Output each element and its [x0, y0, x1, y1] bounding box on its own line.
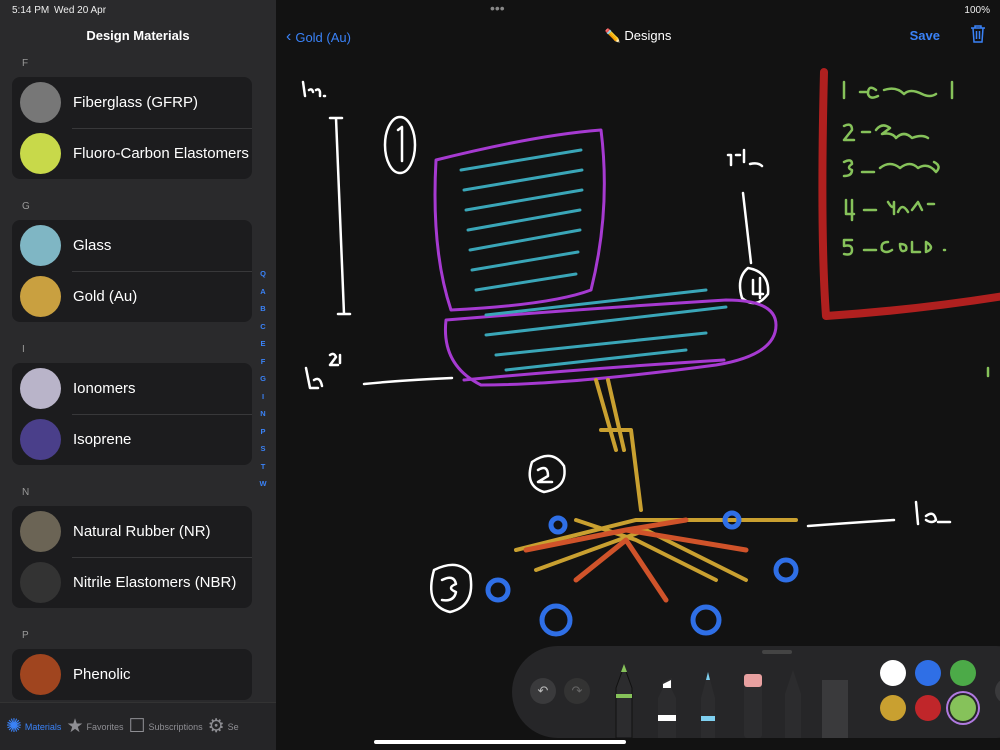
pen-tool[interactable]: [615, 664, 633, 738]
section-index[interactable]: QABCEFGINPSTW: [257, 268, 269, 490]
sidebar: 5:14 PM Wed 20 Apr Design Materials F Fib…: [0, 0, 276, 750]
section-header: P: [22, 630, 29, 641]
marker-tool[interactable]: [658, 678, 676, 738]
status-battery: 100%: [964, 5, 990, 16]
index-letter[interactable]: G: [260, 373, 266, 385]
color-swatch[interactable]: [915, 660, 941, 686]
tab-label: Favorites: [86, 721, 124, 732]
material-list-item[interactable]: Fluoro-Carbon Elastomers: [12, 128, 252, 179]
pencil-tool[interactable]: [701, 672, 715, 738]
color-swatch[interactable]: [950, 695, 976, 721]
material-group: Natural Rubber (NR) Nitrile Elastomers (N…: [12, 506, 252, 608]
material-list-item[interactable]: Isoprene: [12, 414, 252, 465]
index-letter[interactable]: S: [260, 443, 265, 455]
material-list-item[interactable]: Gold (Au): [12, 271, 252, 322]
material-name: Isoprene: [73, 431, 132, 448]
tab-subscriptions[interactable]: ☐ Subscriptions: [129, 715, 203, 738]
material-list-item[interactable]: Glass: [12, 220, 252, 271]
gear-icon: ⚙: [207, 716, 225, 737]
material-name: Glass: [73, 237, 112, 254]
section-header: I: [22, 344, 25, 355]
more-button[interactable]: •••: [995, 678, 1000, 704]
index-letter[interactable]: N: [260, 408, 265, 420]
material-name: Gold (Au): [73, 288, 138, 305]
index-letter[interactable]: Q: [260, 268, 266, 280]
material-name: Nitrile Elastomers (NBR): [73, 574, 237, 591]
tab-favorites[interactable]: ★ Favorites: [66, 715, 123, 738]
star-icon: ★: [66, 716, 84, 737]
tab-se[interactable]: ⚙ Se: [208, 715, 239, 738]
tab-label: Materials: [24, 721, 62, 732]
index-letter[interactable]: C: [260, 321, 265, 333]
material-group: Phenolic: [12, 649, 252, 700]
material-name: Natural Rubber (NR): [73, 523, 211, 540]
material-thumbnail: [20, 654, 61, 695]
material-list-item[interactable]: Natural Rubber (NR): [12, 506, 252, 557]
index-letter[interactable]: F: [261, 356, 266, 368]
lasso-tool[interactable]: [785, 670, 801, 738]
material-thumbnail: [20, 419, 61, 460]
index-letter[interactable]: E: [260, 338, 265, 350]
section-header: N: [22, 487, 30, 498]
undo-icon[interactable]: ↶: [530, 678, 556, 704]
home-indicator: [374, 740, 626, 744]
material-list-item[interactable]: Nitrile Elastomers (NBR): [12, 557, 252, 608]
index-letter[interactable]: T: [261, 461, 266, 473]
material-list-item[interactable]: Phenolic: [12, 649, 252, 700]
material-thumbnail: [20, 276, 61, 317]
material-thumbnail: [20, 368, 61, 409]
material-name: Phenolic: [73, 666, 131, 683]
trash-icon[interactable]: [970, 25, 986, 48]
toolbar-grabber[interactable]: [762, 650, 792, 654]
tab-label: Subscriptions: [148, 721, 203, 732]
index-letter[interactable]: P: [260, 426, 265, 438]
compose-icon: ☐: [128, 716, 146, 737]
color-swatch[interactable]: [915, 695, 941, 721]
save-button[interactable]: Save: [910, 28, 940, 43]
canvas-area: ••• 100% ‹ Gold (Au) ✏️ Designs Save ↶ ↷: [276, 0, 1000, 750]
drawing-toolbar: ↶ ↷ •••: [512, 646, 1000, 738]
ruler-tool[interactable]: [822, 680, 848, 738]
material-name: Fluoro-Carbon Elastomers: [73, 145, 249, 162]
section-header: G: [22, 201, 30, 212]
color-swatch[interactable]: [880, 695, 906, 721]
material-group: Fiberglass (GFRP) Fluoro-Carbon Elastomer…: [12, 77, 252, 179]
tab-bar: ✺ Materials ★ Favorites ☐ Subscriptions ⚙ Se: [0, 702, 276, 750]
status-time: 5:14 PM: [12, 5, 50, 16]
material-list-item[interactable]: Ionomers: [12, 363, 252, 414]
document-title: ✏️ Designs: [604, 28, 672, 43]
status-date: Wed 20 Apr: [54, 5, 107, 16]
material-thumbnail: [20, 562, 61, 603]
eraser-tool[interactable]: [744, 674, 762, 738]
section-header: F: [22, 58, 29, 69]
multitasking-dots[interactable]: •••: [490, 0, 505, 16]
index-letter[interactable]: A: [260, 286, 265, 298]
material-group: Ionomers Isoprene: [12, 363, 252, 465]
tab-label: Se: [227, 721, 239, 732]
redo-icon[interactable]: ↷: [564, 678, 590, 704]
color-swatch[interactable]: [880, 660, 906, 686]
tab-materials[interactable]: ✺ Materials: [6, 715, 61, 738]
material-thumbnail: [20, 82, 61, 123]
material-list-item[interactable]: Fiberglass (GFRP): [12, 77, 252, 128]
index-letter[interactable]: B: [260, 303, 265, 315]
index-letter[interactable]: I: [262, 391, 264, 403]
material-name: Ionomers: [73, 380, 136, 397]
drawing-canvas[interactable]: [276, 50, 1000, 650]
color-swatch[interactable]: [950, 660, 976, 686]
materials-icon: ✺: [6, 716, 22, 737]
material-thumbnail: [20, 225, 61, 266]
index-letter[interactable]: W: [259, 478, 266, 490]
material-group: Glass Gold (Au): [12, 220, 252, 322]
material-name: Fiberglass (GFRP): [73, 94, 199, 111]
sidebar-title: Design Materials: [86, 28, 190, 43]
material-thumbnail: [20, 511, 61, 552]
material-thumbnail: [20, 133, 61, 174]
